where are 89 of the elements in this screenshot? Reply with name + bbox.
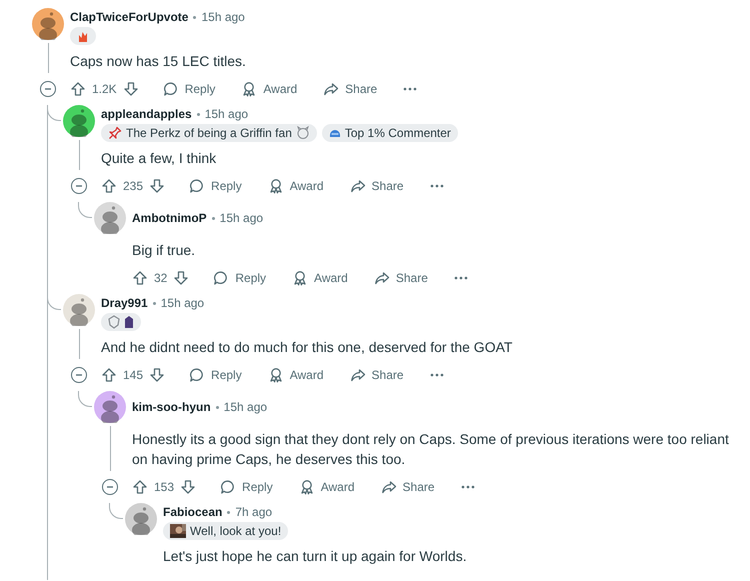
separator-dot <box>152 302 156 304</box>
thread-line <box>78 391 92 407</box>
comment-text: Honestly its a good sign that they dont rely on Caps. Some of previous iterations were too reliant on having prime Caps, he deserves this too. <box>132 430 730 469</box>
ribbon-icon <box>292 270 308 286</box>
more-icon <box>460 485 475 489</box>
upvote-icon <box>70 81 86 97</box>
ribbon-icon <box>268 367 284 383</box>
username[interactable]: AmbotnimoP <box>132 209 207 227</box>
downvote-icon <box>149 367 166 383</box>
comment-icon <box>162 81 179 97</box>
comment-text: Quite a few, I think <box>101 149 218 168</box>
ribbon-icon <box>268 178 284 194</box>
upvote-icon <box>101 178 117 194</box>
separator-dot <box>212 216 215 220</box>
award-button[interactable]: Award <box>241 77 298 101</box>
separator-dot <box>216 406 219 408</box>
upvote-icon <box>132 270 148 286</box>
vote-count: 145 <box>123 367 144 384</box>
vote-count: 153 <box>154 479 174 496</box>
comment-text: Let's just hope he can turn it up again for Worlds. <box>163 547 468 566</box>
separator-dot <box>196 112 200 116</box>
share-icon <box>374 270 390 286</box>
reply-button[interactable]: Reply <box>189 363 242 387</box>
more-icon <box>454 276 468 280</box>
timestamp: 15h ago <box>220 210 264 227</box>
username[interactable]: Dray991 <box>101 294 148 312</box>
downvote-icon <box>122 81 139 97</box>
ribbon-icon <box>298 479 315 495</box>
share-button[interactable]: Share <box>350 363 404 387</box>
timestamp: 7h ago <box>235 504 272 521</box>
pin-icon <box>108 126 122 140</box>
thread-line <box>78 202 92 218</box>
separator-dot <box>227 510 230 514</box>
username[interactable]: kim-soo-hyun <box>132 398 211 416</box>
downvote-icon <box>173 270 190 286</box>
upvote-icon <box>132 479 148 495</box>
comment-icon <box>220 479 236 495</box>
username[interactable]: appleandapples <box>101 105 192 123</box>
username[interactable]: Fabiocean <box>163 503 222 521</box>
timestamp: 15h ago <box>224 399 268 416</box>
ribbon-icon <box>241 81 258 97</box>
reply-button[interactable]: Reply <box>162 77 216 101</box>
crest-icon <box>108 315 120 329</box>
flame-icon <box>77 30 89 42</box>
upvote-icon <box>101 367 117 383</box>
comment-text: And he didnt need to do much for this one, deserved for the GOAT <box>101 338 514 357</box>
share-icon <box>350 178 366 194</box>
share-icon <box>323 81 340 97</box>
timestamp: 15h ago <box>204 106 248 123</box>
award-button[interactable]: Award <box>268 363 324 387</box>
collapse-button[interactable] <box>102 479 118 495</box>
award-button[interactable]: Award <box>298 475 355 499</box>
share-icon <box>350 367 366 383</box>
timestamp: 15h ago <box>160 295 204 312</box>
face-icon <box>296 126 310 140</box>
collapse-button[interactable] <box>71 367 87 383</box>
comment-text: Big if true. <box>132 241 196 260</box>
comment-icon <box>189 178 206 194</box>
more-icon <box>430 373 444 377</box>
thread-line <box>109 503 123 519</box>
share-button[interactable]: Share <box>374 266 428 290</box>
collapse-button[interactable] <box>40 81 56 97</box>
username[interactable]: ClapTwiceForUpvote <box>70 8 188 26</box>
comment-icon <box>189 367 206 383</box>
comment-text: Caps now has 15 LEC titles. <box>70 52 247 71</box>
timestamp: 15h ago <box>201 9 245 26</box>
helmet-icon <box>328 127 341 139</box>
share-button[interactable]: Share <box>323 77 378 101</box>
more-icon <box>403 87 418 91</box>
reply-button[interactable]: Reply <box>189 174 242 198</box>
user-flair: Well, look at you! <box>163 522 288 540</box>
vote-count: 32 <box>154 270 168 287</box>
collapse-button[interactable] <box>71 178 87 194</box>
separator-dot <box>193 16 196 18</box>
share-icon <box>380 479 397 495</box>
reply-button[interactable]: Reply <box>213 266 266 290</box>
user-flair: Top 1% Commenter <box>322 124 458 142</box>
award-button[interactable]: Award <box>292 266 348 290</box>
downvote-icon <box>180 479 196 495</box>
user-flair: The Perkz of being a Griffin fan <box>101 124 317 142</box>
share-button[interactable]: Share <box>380 475 435 499</box>
comment-icon <box>213 270 230 286</box>
award-button[interactable]: Award <box>268 174 324 198</box>
more-icon <box>430 184 444 188</box>
vote-count: 235 <box>123 178 144 195</box>
share-button[interactable]: Share <box>350 174 404 198</box>
vote-count: 1.2K <box>92 81 117 98</box>
reply-button[interactable]: Reply <box>220 475 273 499</box>
downvote-icon <box>149 178 166 194</box>
